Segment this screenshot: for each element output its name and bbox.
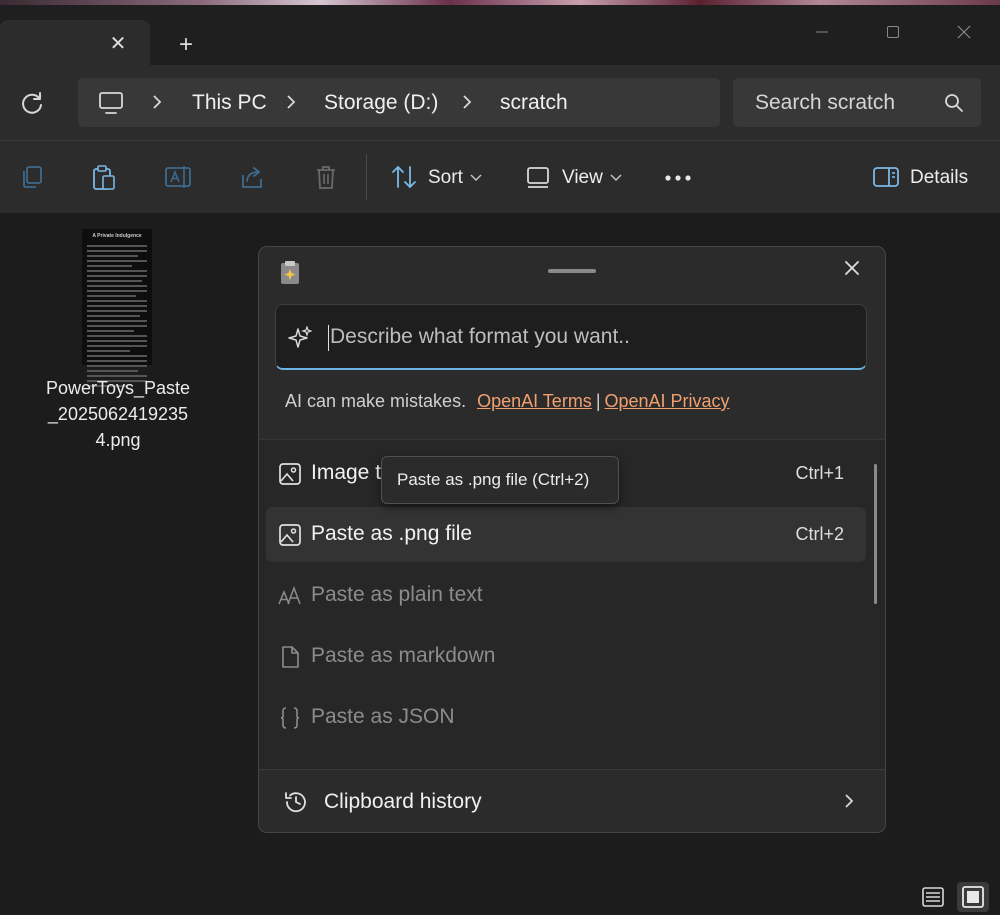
search-box[interactable]: Search scratch (733, 78, 981, 127)
computer-icon[interactable] (98, 90, 124, 116)
clipboard-history-row[interactable]: Clipboard history (259, 769, 885, 832)
disclaimer-text: AI can make mistakes. (285, 391, 467, 411)
link-divider: | (595, 391, 601, 411)
thumbnail-title: A Private Indulgence (92, 233, 142, 239)
thumbnail-view-icon (962, 886, 984, 908)
refresh-button[interactable] (18, 89, 46, 117)
paste-option-json[interactable]: Paste as JSON (266, 690, 866, 745)
rename-icon[interactable] (164, 163, 192, 191)
ai-disclaimer: AI can make mistakes. OpenAI Terms | OpenA… (285, 391, 730, 412)
image-icon (279, 524, 301, 546)
more-options-icon[interactable] (664, 174, 692, 182)
tab-close-icon[interactable]: ✕ (105, 31, 131, 57)
advanced-paste-panel: Describe what format you want.. AI can m… (258, 246, 886, 833)
tooltip-text: Paste as .png file (Ctrl+2) (397, 470, 590, 489)
paste-options-list: Image to text Ctrl+1 Paste as .png file … (259, 439, 885, 770)
copy-icon[interactable] (18, 163, 46, 191)
maximize-button[interactable] (873, 17, 913, 47)
history-icon (285, 792, 306, 813)
file-view: A Private Indulgence PowerToys_Paste_202… (0, 213, 1000, 878)
paste-option-png[interactable]: Paste as .png file Ctrl+2 (266, 507, 866, 562)
sort-button[interactable]: Sort (428, 167, 463, 189)
details-layout-button[interactable] (917, 882, 949, 912)
new-tab-button[interactable]: + (172, 31, 200, 59)
toolbar-divider (366, 154, 367, 200)
item-label: Paste as plain text (311, 583, 483, 606)
refresh-icon (22, 92, 42, 114)
chevron-right-icon[interactable] (284, 93, 298, 111)
share-icon[interactable] (238, 163, 266, 191)
list-view-icon (922, 887, 944, 907)
item-label: Paste as .png file (311, 522, 473, 545)
chevron-down-icon[interactable] (470, 174, 482, 182)
paste-icon[interactable] (90, 163, 118, 191)
status-bar (0, 878, 1000, 915)
chevron-right-icon[interactable] (150, 93, 164, 111)
tooltip: Paste as .png file (Ctrl+2) (381, 456, 619, 504)
close-icon[interactable] (839, 255, 865, 281)
chevron-down-icon[interactable] (610, 174, 622, 182)
item-shortcut: Ctrl+1 (795, 463, 844, 483)
chevron-right-icon (845, 794, 854, 808)
clipboard-history-label: Clipboard history (324, 790, 482, 813)
search-input[interactable]: Search scratch (755, 91, 895, 115)
delete-icon[interactable] (312, 163, 340, 191)
title-bar: ✕ + (0, 5, 1000, 70)
openai-terms-link[interactable]: OpenAI Terms (477, 391, 592, 411)
sort-icon[interactable] (390, 163, 418, 191)
minimize-button[interactable] (802, 17, 842, 47)
view-icon[interactable] (524, 163, 552, 191)
item-label: Paste as markdown (311, 644, 496, 667)
prompt-placeholder: Describe what format you want.. (330, 325, 630, 348)
details-button[interactable]: Details (910, 167, 968, 189)
drag-handle[interactable] (548, 269, 596, 273)
search-icon (945, 94, 963, 112)
view-button[interactable]: View (562, 167, 603, 189)
breadcrumb-scratch[interactable]: scratch (500, 90, 568, 115)
image-icon (279, 463, 301, 485)
openai-privacy-link[interactable]: OpenAI Privacy (605, 391, 730, 411)
text-caret (328, 325, 329, 351)
braces-icon (280, 707, 300, 729)
large-icons-layout-button[interactable] (957, 882, 989, 912)
item-shortcut: Ctrl+2 (795, 524, 844, 544)
item-label: Paste as JSON (311, 705, 455, 728)
paste-option-markdown[interactable]: Paste as markdown (266, 629, 866, 684)
chevron-right-icon[interactable] (460, 93, 474, 111)
clipboard-sparkle-icon (281, 261, 299, 284)
file-name-label[interactable]: PowerToys_Paste_20250624192354.png (42, 375, 194, 453)
breadcrumb-this-pc[interactable]: This PC (192, 90, 267, 115)
file-thumbnail[interactable]: A Private Indulgence (82, 229, 152, 387)
command-bar: Sort View Details (0, 140, 1000, 213)
minimize-icon (816, 31, 828, 33)
address-bar-row: This PC Storage (D:) scratch Search scra… (0, 65, 1000, 140)
document-icon (282, 646, 299, 668)
paste-option-plain-text[interactable]: Paste as plain text (266, 568, 866, 623)
breadcrumb-storage[interactable]: Storage (D:) (324, 90, 438, 115)
sparkle-icon (288, 326, 312, 348)
font-size-icon (278, 585, 301, 605)
maximize-icon (887, 26, 899, 38)
scrollbar[interactable] (874, 464, 877, 604)
address-bar[interactable]: This PC Storage (D:) scratch (78, 78, 720, 127)
prompt-input[interactable]: Describe what format you want.. (275, 304, 867, 370)
details-pane-icon[interactable] (872, 163, 900, 191)
close-window-button[interactable] (944, 17, 984, 47)
close-icon (957, 25, 971, 39)
